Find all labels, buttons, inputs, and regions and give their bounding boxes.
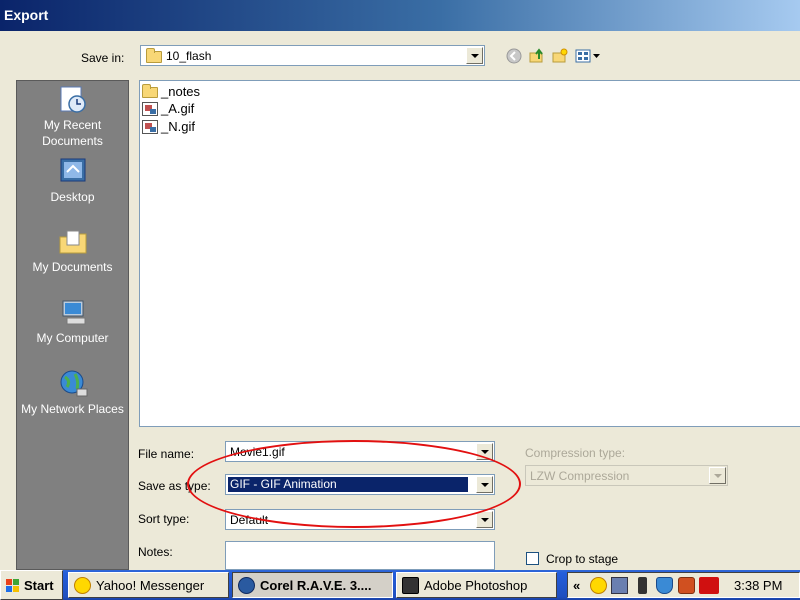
file-name-label: File name: bbox=[138, 447, 195, 461]
back-icon[interactable] bbox=[506, 48, 522, 64]
compression-type-value: LZW Compression bbox=[530, 469, 630, 483]
place-label: My Computer bbox=[36, 331, 109, 345]
desktop-icon bbox=[60, 158, 85, 182]
file-list[interactable]: _notes _A.gif _N.gif bbox=[139, 80, 800, 427]
task-yahoo-messenger[interactable]: Yahoo! Messenger bbox=[68, 572, 229, 598]
ati-tray-icon[interactable] bbox=[699, 577, 719, 594]
place-my-computer[interactable]: My Computer bbox=[17, 298, 128, 346]
place-label: Desktop bbox=[50, 190, 95, 204]
gif-file-icon bbox=[142, 120, 158, 134]
network-tray-icon[interactable] bbox=[611, 577, 628, 594]
save-in-value: 10_flash bbox=[166, 49, 212, 63]
tray-expand-icon[interactable]: « bbox=[573, 578, 580, 593]
chevron-down-icon[interactable] bbox=[466, 47, 483, 64]
start-button[interactable]: Start bbox=[0, 570, 63, 600]
task-corel-rave[interactable]: Corel R.A.V.E. 3.... bbox=[232, 572, 393, 598]
file-name: _notes bbox=[161, 84, 201, 99]
my-documents-icon bbox=[59, 230, 86, 254]
compression-type-dropdown: LZW Compression bbox=[525, 465, 728, 486]
place-label: My Recent Documents bbox=[42, 118, 103, 148]
chevron-down-icon[interactable] bbox=[476, 511, 493, 528]
system-tray: « 3:38 PM bbox=[567, 572, 800, 598]
crop-to-stage-checkbox[interactable] bbox=[526, 552, 539, 565]
place-my-documents[interactable]: My Documents bbox=[17, 227, 128, 275]
yahoo-messenger-icon bbox=[74, 577, 91, 594]
places-bar: My Recent Documents Desktop My Documents… bbox=[16, 80, 129, 570]
place-desktop[interactable]: Desktop bbox=[17, 157, 128, 205]
notes-field[interactable] bbox=[225, 541, 495, 570]
window-title: Export bbox=[4, 7, 49, 23]
corel-rave-icon bbox=[238, 577, 255, 594]
task-label: Yahoo! Messenger bbox=[96, 578, 205, 593]
app-tray-icon[interactable] bbox=[678, 577, 695, 594]
sort-type-dropdown[interactable]: Default bbox=[225, 509, 495, 530]
save-in-label: Save in: bbox=[81, 51, 125, 65]
recent-documents-icon bbox=[60, 86, 86, 113]
messenger-tray-icon[interactable] bbox=[590, 577, 607, 594]
place-label: My Network Places bbox=[21, 402, 124, 416]
folder-icon bbox=[146, 48, 162, 63]
new-folder-icon[interactable] bbox=[552, 48, 568, 64]
crop-to-stage-label: Crop to stage bbox=[546, 552, 619, 566]
clock: 3:38 PM bbox=[734, 578, 783, 593]
folder-icon bbox=[142, 84, 158, 98]
file-name-input[interactable]: Movie1.gif bbox=[225, 441, 495, 462]
chevron-down-icon[interactable] bbox=[476, 476, 493, 493]
place-label: My Documents bbox=[32, 260, 113, 274]
windows-logo-icon bbox=[6, 579, 20, 593]
save-in-dropdown[interactable]: 10_flash bbox=[140, 45, 485, 66]
file-name: _N.gif bbox=[161, 119, 195, 134]
compression-type-label: Compression type: bbox=[525, 446, 626, 460]
file-name: _A.gif bbox=[161, 101, 195, 116]
sort-type-value: Default bbox=[230, 513, 269, 527]
my-computer-icon bbox=[62, 300, 85, 325]
sort-type-label: Sort type: bbox=[138, 512, 190, 526]
title-bar[interactable]: Export bbox=[0, 0, 800, 31]
place-my-recent-documents[interactable]: My Recent Documents bbox=[17, 85, 128, 149]
notes-label: Notes: bbox=[138, 545, 173, 559]
photoshop-icon bbox=[402, 577, 419, 594]
task-label: Corel R.A.V.E. 3.... bbox=[260, 578, 372, 593]
traffic-light-tray-icon[interactable] bbox=[638, 577, 647, 594]
shield-tray-icon[interactable] bbox=[656, 577, 673, 594]
views-menu-icon[interactable] bbox=[575, 48, 601, 64]
task-label: Adobe Photoshop bbox=[424, 578, 528, 593]
file-name-value: Movie1.gif bbox=[230, 445, 285, 459]
up-folder-icon[interactable] bbox=[529, 48, 545, 64]
place-my-network-places[interactable]: My Network Places bbox=[17, 369, 128, 417]
chevron-down-icon[interactable] bbox=[476, 443, 493, 460]
network-places-icon bbox=[60, 370, 87, 397]
chevron-down-icon bbox=[709, 467, 726, 484]
task-adobe-photoshop[interactable]: Adobe Photoshop bbox=[396, 572, 557, 598]
taskbar: Start Yahoo! Messenger Corel R.A.V.E. 3.… bbox=[0, 570, 800, 600]
save-as-type-label: Save as type: bbox=[138, 479, 211, 493]
save-as-type-value: GIF - GIF Animation bbox=[228, 477, 468, 492]
start-label: Start bbox=[24, 578, 54, 593]
gif-file-icon bbox=[142, 102, 158, 116]
save-as-type-dropdown[interactable]: GIF - GIF Animation bbox=[225, 474, 495, 495]
